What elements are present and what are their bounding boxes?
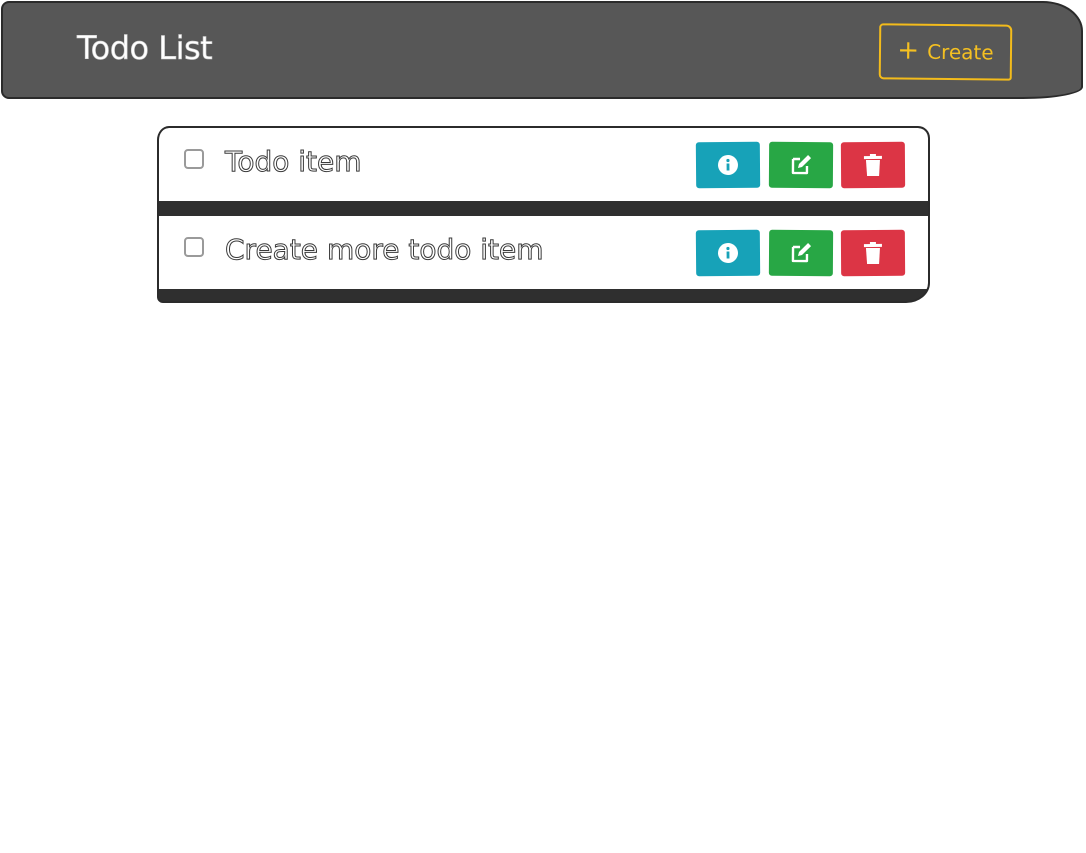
edit-button[interactable] (768, 141, 834, 189)
edit-icon (789, 241, 813, 265)
create-button-label: Create (927, 39, 994, 65)
todo-item-text: Create more todo item (225, 233, 545, 267)
trash-icon (863, 153, 883, 177)
todo-item-text: Todo item (225, 145, 363, 179)
app-header: Todo List + Create (1, 1, 1083, 99)
plus-icon: + (897, 34, 920, 66)
edit-icon (789, 153, 813, 177)
create-button[interactable]: + Create (878, 23, 1013, 81)
todo-checkbox[interactable] (184, 237, 204, 257)
info-icon (717, 154, 739, 176)
info-button[interactable] (695, 229, 761, 277)
app-title: Todo List (77, 29, 213, 68)
todo-list: Todo item Create more todo item (157, 126, 930, 303)
todo-item: Todo item (159, 128, 928, 201)
info-button[interactable] (695, 141, 761, 189)
delete-button[interactable] (840, 141, 906, 189)
edit-button[interactable] (768, 229, 834, 277)
todo-checkbox[interactable] (184, 149, 204, 169)
delete-button[interactable] (840, 229, 906, 277)
trash-icon (863, 241, 883, 265)
todo-item: Create more todo item (159, 216, 928, 289)
info-icon (717, 242, 739, 264)
